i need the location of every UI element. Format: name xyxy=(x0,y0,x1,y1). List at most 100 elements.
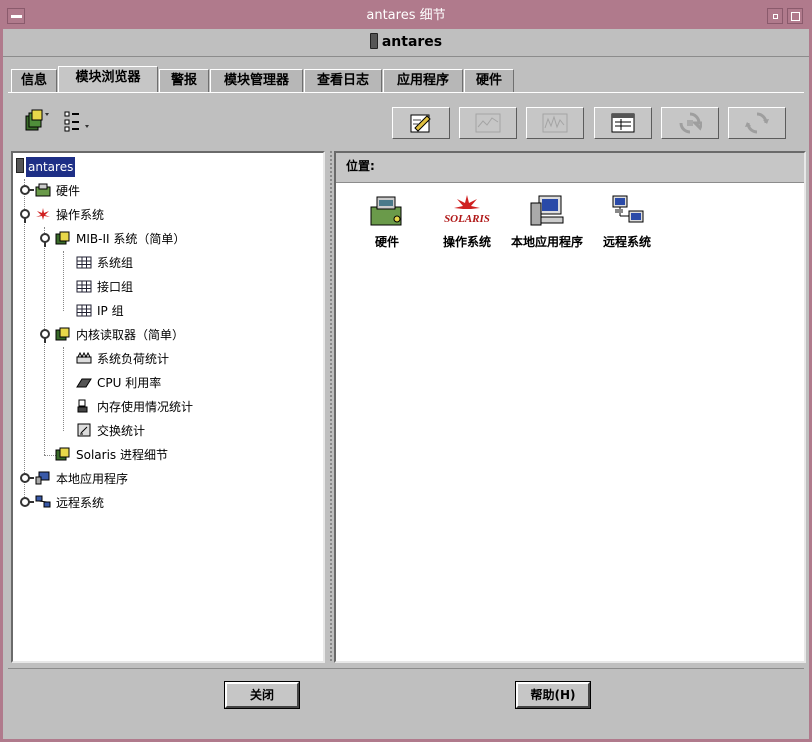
tree-item-label: 接口组 xyxy=(97,280,134,294)
solaris-icon: SOLARIS xyxy=(444,195,490,225)
solaris-icon xyxy=(35,207,51,221)
icon-hardware[interactable]: 硬件 xyxy=(342,193,432,250)
module-contents: 位置: 硬件 SOLARIS 操作系统 本地应用程序 远程系统 xyxy=(334,151,806,663)
expand-handle[interactable] xyxy=(20,185,34,195)
reload-icon xyxy=(745,112,769,134)
reload-button[interactable] xyxy=(728,107,786,139)
bottom-separator xyxy=(8,668,804,669)
collapse-handle[interactable] xyxy=(40,233,50,247)
host-icon xyxy=(369,33,378,49)
expand-handle[interactable] xyxy=(20,473,34,483)
table-icon xyxy=(76,255,92,269)
location-bar: 位置: xyxy=(336,153,804,183)
tab-module-browser[interactable]: 模块浏览器 xyxy=(58,66,158,93)
icon-label: 操作系统 xyxy=(442,235,491,249)
tree-item-label: 内核读取器（简单） xyxy=(76,328,185,342)
swap-icon xyxy=(76,423,92,437)
tree-item-local-apps[interactable]: 本地应用程序 xyxy=(35,469,130,489)
tree-root[interactable]: antares xyxy=(16,157,76,177)
tree-item-label: 硬件 xyxy=(56,184,81,198)
tree-item-label: CPU 利用率 xyxy=(97,376,162,390)
list-view-icon[interactable] xyxy=(61,109,93,135)
refresh-button[interactable] xyxy=(661,107,719,139)
expand-handle[interactable] xyxy=(20,497,34,507)
window-menu-button[interactable] xyxy=(7,8,25,24)
tree-item-system-load[interactable]: 系统负荷统计 xyxy=(76,349,171,369)
module-icon xyxy=(55,327,71,341)
tree-item-label: 内存使用情况统计 xyxy=(97,400,194,414)
tree-root-label: antares xyxy=(26,157,76,177)
pencil-icon xyxy=(410,114,431,133)
tree-item-label: 本地应用程序 xyxy=(56,472,129,486)
icon-os[interactable]: SOLARIS 操作系统 xyxy=(422,193,512,250)
icon-label: 本地应用程序 xyxy=(510,235,583,249)
local-apps-icon xyxy=(530,195,564,226)
module-tree[interactable]: antares 硬件 操作系统 MIB-II 系统（简单） 系统组 接口组 IP… xyxy=(11,151,325,663)
tree-item-os[interactable]: 操作系统 xyxy=(35,205,106,225)
collapse-handle[interactable] xyxy=(40,329,50,343)
edit-button[interactable] xyxy=(392,107,450,139)
refresh-icon xyxy=(679,112,702,134)
module-icon xyxy=(55,231,71,245)
tree-item-mib2[interactable]: MIB-II 系统（简单） xyxy=(55,229,187,249)
icon-label: 硬件 xyxy=(374,235,399,249)
maximize-button[interactable] xyxy=(787,8,803,24)
tree-item-label: 远程系统 xyxy=(56,496,105,510)
tree-item-ip-group[interactable]: IP 组 xyxy=(76,301,126,321)
tree-item-interface-group[interactable]: 接口组 xyxy=(76,277,135,297)
tree-item-cpu-usage[interactable]: CPU 利用率 xyxy=(76,373,163,393)
tree-item-label: MIB-II 系统（简单） xyxy=(76,232,186,246)
tab-applications[interactable]: 应用程序 xyxy=(383,69,463,93)
tree-item-kernel-reader[interactable]: 内核读取器（简单） xyxy=(55,325,186,345)
table-icon xyxy=(76,303,92,317)
tree-item-label: 系统负荷统计 xyxy=(97,352,170,366)
tree-item-swap-stats[interactable]: 交换统计 xyxy=(76,421,147,441)
collapse-handle[interactable] xyxy=(20,209,30,223)
table-icon xyxy=(76,279,92,293)
title-bar[interactable]: antares 细节 xyxy=(3,3,809,29)
tree-item-solaris-process[interactable]: Solaris 进程细节 xyxy=(55,445,170,465)
window-title: antares 细节 xyxy=(366,8,446,23)
tab-alarms[interactable]: 警报 xyxy=(159,69,209,93)
details-window: antares 细节 antares 信息 模块浏览器 警报 模块管理器 查看日… xyxy=(0,0,812,742)
local-apps-icon xyxy=(35,471,51,485)
tab-info[interactable]: 信息 xyxy=(11,69,57,93)
memory-icon xyxy=(76,399,92,413)
host-icon xyxy=(16,158,24,173)
tree-item-label: Solaris 进程细节 xyxy=(76,448,168,462)
remote-systems-icon xyxy=(612,195,644,223)
graph-button[interactable] xyxy=(459,107,517,139)
tab-module-manager[interactable]: 模块管理器 xyxy=(210,69,303,93)
icon-local-apps[interactable]: 本地应用程序 xyxy=(502,193,592,250)
tree-item-system-group[interactable]: 系统组 xyxy=(76,253,135,273)
solaris-logo-text: SOLARIS xyxy=(444,213,490,225)
graph-icon xyxy=(475,113,501,133)
close-button[interactable]: 关闭 xyxy=(224,681,300,709)
icon-label: 远程系统 xyxy=(602,235,651,249)
host-name: antares xyxy=(381,34,443,50)
tree-view-icon[interactable] xyxy=(23,109,53,135)
minimize-button[interactable] xyxy=(767,8,783,24)
help-button[interactable]: 帮助(H) xyxy=(515,681,591,709)
hardware-icon xyxy=(370,196,402,226)
remote-systems-icon xyxy=(35,495,51,509)
tab-hardware[interactable]: 硬件 xyxy=(464,69,514,93)
hardware-icon xyxy=(35,183,51,197)
tree-item-hardware[interactable]: 硬件 xyxy=(35,181,82,201)
host-header: antares xyxy=(3,29,809,57)
table-window-icon xyxy=(611,113,635,133)
load-stats-icon xyxy=(76,351,92,365)
tab-view-log[interactable]: 查看日志 xyxy=(304,69,382,93)
icon-remote-systems[interactable]: 远程系统 xyxy=(582,193,672,250)
tree-item-label: IP 组 xyxy=(97,304,124,318)
tree-item-label: 交换统计 xyxy=(97,424,146,438)
cpu-icon xyxy=(76,375,92,389)
tree-item-remote-systems[interactable]: 远程系统 xyxy=(35,493,106,513)
properties-button[interactable] xyxy=(594,107,652,139)
tree-item-memory-usage[interactable]: 内存使用情况统计 xyxy=(76,397,195,417)
chart-button[interactable] xyxy=(526,107,584,139)
location-label: 位置: xyxy=(346,159,375,173)
chart-icon xyxy=(542,113,568,133)
tree-item-label: 操作系统 xyxy=(56,208,105,222)
tree-item-label: 系统组 xyxy=(97,256,134,270)
